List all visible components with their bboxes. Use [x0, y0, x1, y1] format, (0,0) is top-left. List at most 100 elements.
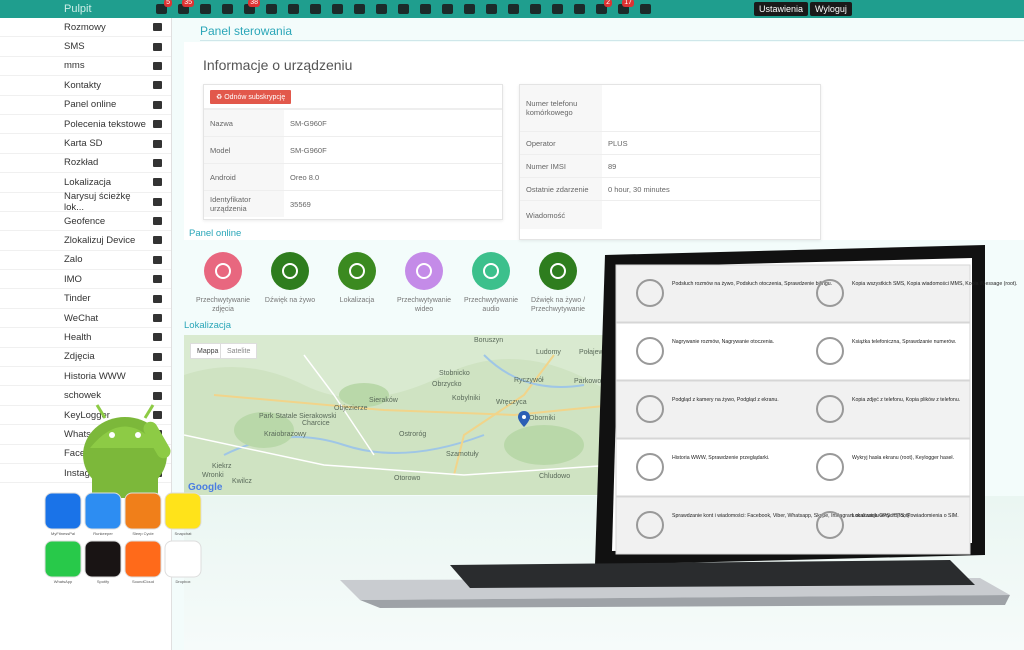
sidebar-item-17[interactable]: Zdjęcia — [0, 348, 171, 368]
notification-badge: 38 — [248, 0, 260, 7]
file-icon — [152, 61, 163, 71]
sidebar-item-14[interactable]: Tinder — [0, 289, 171, 309]
sidebar-item-11[interactable]: Zlokalizuj Device — [0, 231, 171, 251]
speaker-icon — [271, 252, 309, 290]
sms-icon[interactable]: 35 — [172, 0, 194, 18]
wechat-icon — [152, 313, 163, 323]
facebook-icon — [152, 449, 163, 459]
sidebar-item-16[interactable]: Health — [0, 328, 171, 348]
sidebar-item-label: Health — [64, 331, 92, 343]
sidebar-item-20[interactable]: KeyLogger — [0, 406, 171, 426]
sidebar-item-9[interactable]: Narysuj ścieżkę lok... — [0, 191, 171, 213]
skype-icon[interactable] — [370, 0, 392, 18]
map-pin-icon — [338, 252, 376, 290]
panel-online-item-5[interactable]: Dźwięk na żywo / Przechwytywanie — [527, 252, 589, 314]
zalo-icon[interactable] — [392, 0, 414, 18]
panel-online-item-0[interactable]: Przechwytywanie zdjęcia — [192, 252, 254, 314]
renew-subscription-button[interactable]: ♻ Odnów subskrypcję — [210, 90, 292, 104]
sidebar-item-label: mms — [64, 60, 85, 72]
note-icon-glyph — [485, 4, 497, 14]
sidebar-item-21[interactable]: Whatsapp — [0, 425, 171, 445]
sidebar-item-3[interactable]: Kontakty — [0, 76, 171, 96]
map-place-label: Ludomy — [536, 349, 561, 356]
clock-icon — [152, 158, 163, 168]
viber-icon-glyph — [265, 4, 277, 14]
sidebar-item-4[interactable]: Panel online — [0, 96, 171, 115]
device-info-row: Android Oreo 8.0 — [204, 163, 502, 190]
call-icon[interactable] — [414, 0, 436, 18]
logout-button[interactable]: Wyloguj — [810, 2, 852, 16]
map-marker-icon[interactable] — [518, 411, 530, 427]
location-map[interactable]: Mappa Satelite Boruszyn Ludomy Połajewo Sto… — [184, 335, 614, 495]
files-icon[interactable] — [194, 0, 216, 18]
sidebar-item-22[interactable]: Facebook — [0, 445, 171, 464]
panel-online-item-3[interactable]: Przechwytywanie wideo — [393, 252, 455, 314]
sidebar-item-7[interactable]: Rozkład — [0, 154, 171, 174]
hangouts-icon[interactable] — [502, 0, 524, 18]
map-place-label: Ryczywół — [514, 377, 544, 384]
zalo-icon-glyph — [397, 4, 409, 14]
sidebar-item-12[interactable]: Zalo — [0, 251, 171, 271]
map-place-label: Chludowo — [539, 473, 571, 480]
panel-online-item-1[interactable]: Dźwięk na żywo — [259, 252, 321, 305]
device-info-title: Informacje o urządzeniu — [203, 57, 353, 73]
panel-online-label: Przechwytywanie wideo — [396, 297, 452, 313]
checklist-icon[interactable]: 2 — [590, 0, 612, 18]
snapchat-icon-glyph — [331, 4, 343, 14]
sidebar-item-18[interactable]: Historia WWW — [0, 367, 171, 387]
sidebar-item-label: Facebook — [64, 448, 106, 460]
sidebar-item-1[interactable]: SMS — [0, 37, 171, 57]
sidebar-item-2[interactable]: mms — [0, 57, 171, 77]
sidebar-item-15[interactable]: WeChat — [0, 309, 171, 329]
sidebar-item-5[interactable]: Polecenia tekstowe — [0, 115, 171, 135]
dashboard-icon[interactable]: 5 — [150, 0, 172, 18]
download-icon-glyph — [639, 4, 651, 14]
panel-online-item-2[interactable]: Lokalizacja — [326, 252, 388, 305]
instagram-icon[interactable] — [568, 0, 590, 18]
satellite-type-tab[interactable]: Satelite — [220, 343, 258, 359]
device-info-value: 89 — [608, 161, 617, 171]
tinder-icon[interactable] — [282, 0, 304, 18]
settings-button[interactable]: Ustawienia — [754, 2, 809, 16]
sidebar-item-19[interactable]: schowek — [0, 386, 171, 406]
eye-icon — [152, 100, 163, 110]
sidebar-item-6[interactable]: Karta SD — [0, 134, 171, 154]
sidebar-item-10[interactable]: Geofence — [0, 212, 171, 232]
notification-badge: 35 — [182, 0, 194, 7]
mail-icon[interactable] — [458, 0, 480, 18]
map-place-label: Kwilcz — [232, 478, 252, 485]
map-place-label: Ostroróg — [399, 431, 427, 438]
snapchat-icon[interactable] — [326, 0, 348, 18]
sidebar-item-13[interactable]: IMO — [0, 270, 171, 290]
map-place-label: Otorowo — [394, 475, 421, 482]
note-icon[interactable] — [480, 0, 502, 18]
globe-icon — [152, 371, 163, 381]
live-video-icon — [539, 252, 577, 290]
skype2-icon[interactable] — [524, 0, 546, 18]
wechat-icon[interactable] — [304, 0, 326, 18]
location-icon[interactable]: 17 — [612, 0, 634, 18]
whatsapp-icon[interactable] — [216, 0, 238, 18]
download-icon[interactable] — [634, 0, 656, 18]
sidebar-item-label: Panel online — [64, 99, 117, 111]
wechat-icon-glyph — [309, 4, 321, 14]
device-info-value: 35569 — [290, 199, 311, 209]
calendar-icon[interactable] — [436, 0, 458, 18]
viber-icon[interactable] — [260, 0, 282, 18]
top-bar-title[interactable]: Pulpit — [64, 3, 150, 15]
sidebar-item-8[interactable]: Lokalizacja — [0, 173, 171, 193]
device-info-value — [602, 201, 614, 229]
phone-icon[interactable] — [348, 0, 370, 18]
calendar-icon-glyph — [441, 4, 453, 14]
wifi-icon — [152, 235, 163, 245]
map-place-label: Park Statale Sierakowski — [259, 413, 337, 420]
notification-badge: 17 — [622, 0, 634, 7]
gallery-icon[interactable]: 38 — [238, 0, 260, 18]
line-icon[interactable] — [546, 0, 568, 18]
sidebar-item-23[interactable]: Instagram — [0, 464, 171, 484]
map-place-label: Charcice — [302, 420, 330, 427]
panel-online-item-4[interactable]: Przechwytywanie audio — [460, 252, 522, 314]
sidebar-item-0[interactable]: Rozmowy — [0, 18, 171, 38]
device-info-key: Operator — [520, 132, 602, 154]
phone-icon — [152, 22, 163, 32]
